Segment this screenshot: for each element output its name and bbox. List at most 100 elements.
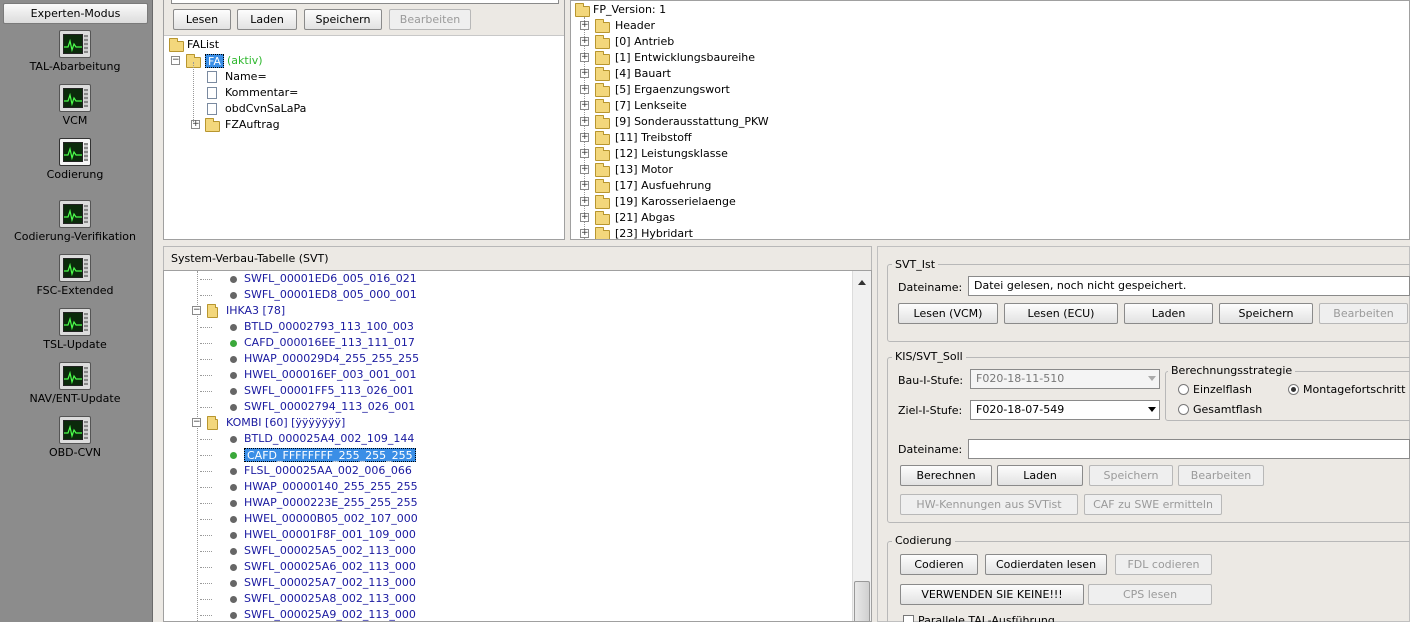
kis-speichern-button[interactable]: Speichern [1089,465,1173,486]
expand-icon[interactable]: + [580,37,589,46]
verwenden-sie-keine-button[interactable]: VERWENDEN SIE KEINE!!! [900,584,1084,605]
scroll-thumb[interactable] [854,581,870,621]
nav-item-fsc-extended[interactable]: FSC-Extended [0,252,150,306]
codieren-button[interactable]: Codieren [900,554,978,575]
fdl-codieren-button[interactable]: FDL codieren [1115,554,1212,575]
svt-ist-speichern-button[interactable]: Speichern [1219,303,1313,324]
nav-item-tal-abarbeitung[interactable]: TAL-Abarbeitung [0,28,150,82]
parallele-tal-label: Parallele TAL-Ausführung [918,614,1055,622]
status-dot-icon [230,612,237,619]
svt-scrollbar[interactable] [852,271,871,621]
fa-speichern-button[interactable]: Speichern [304,9,382,30]
kis-svt-soll-legend: KIS/SVT_Soll [892,350,966,363]
nav-item-tsl-update[interactable]: TSL-Update [0,306,150,360]
status-dot-icon [230,436,237,443]
codierung-legend: Codierung [892,534,955,547]
nav-item-codierung[interactable]: Codierung [0,136,150,190]
expand-icon[interactable]: + [580,181,589,190]
expand-icon[interactable]: + [580,213,589,222]
ziel-i-stufe-select[interactable]: F020-18-07-549 [970,400,1160,420]
expand-icon[interactable]: + [580,21,589,30]
fa-tree-fa[interactable]: − FA (aktiv) [171,53,371,69]
folder-icon [575,3,590,17]
status-dot-icon [230,292,237,299]
svt-ist-dateiname-label: Dateiname: [898,281,963,294]
folder-icon [595,19,610,33]
folder-icon [207,416,218,430]
fa-lesen-button[interactable]: Lesen [173,9,231,30]
expand-icon[interactable]: + [580,133,589,142]
expand-icon[interactable]: + [580,101,589,110]
svt-ist-bearbeiten-button[interactable]: Bearbeiten [1319,303,1408,324]
folder-icon [595,195,610,209]
nav-item-obd-cvn[interactable]: OBD-CVN [0,414,150,468]
cps-lesen-button[interactable]: CPS lesen [1088,584,1212,605]
berechnen-button[interactable]: Berechnen [900,465,992,486]
hw-kennungen-button[interactable]: HW-Kennungen aus SVTist [900,494,1078,515]
status-dot-icon [230,516,237,523]
ziel-i-stufe-label: Ziel-I-Stufe: [898,404,963,417]
kis-bearbeiten-button[interactable]: Bearbeiten [1178,465,1264,486]
folder-icon [595,67,610,81]
expand-icon[interactable]: + [580,197,589,206]
svt-ist-lesen-vcm-button[interactable]: Lesen (VCM) [898,303,998,324]
status-dot-icon [230,596,237,603]
svt-tree[interactable]: SWFL_00001ED6_005_016_021 SWFL_00001ED8_0… [163,270,872,622]
caf-swe-button[interactable]: CAF zu SWE ermitteln [1084,494,1222,515]
monitor-icon [59,416,91,444]
parallele-tal-checkbox[interactable] [903,615,914,622]
nav-item-codierung-verifikation[interactable]: Codierung-Verifikation [0,198,150,252]
expand-icon[interactable]: + [580,149,589,158]
svt-ist-lesen-ecu-button[interactable]: Lesen (ECU) [1004,303,1118,324]
fa-laden-button[interactable]: Laden [237,9,297,30]
expand-icon[interactable]: + [580,69,589,78]
folder-icon [595,115,610,129]
folder-icon [595,99,610,113]
expand-icon[interactable]: + [580,165,589,174]
kis-dateiname-label: Dateiname: [898,443,963,456]
nav-item-nav-ent-update[interactable]: NAV/ENT-Update [0,360,150,414]
monitor-icon [59,84,91,112]
kis-dateiname-input[interactable] [968,439,1410,459]
folder-icon [595,131,610,145]
expand-icon[interactable]: + [580,117,589,126]
expand-icon[interactable]: + [580,85,589,94]
fa-bearbeiten-button[interactable]: Bearbeiten [389,9,471,30]
folder-icon [595,51,610,65]
einzelflash-radio[interactable] [1178,384,1189,395]
folder-icon [595,35,610,49]
status-dot-icon [230,580,237,587]
codierdaten-lesen-button[interactable]: Codierdaten lesen [985,554,1107,575]
status-dot-icon [230,564,237,571]
kis-laden-button[interactable]: Laden [997,465,1083,486]
status-dot-icon [230,484,237,491]
fp-panel: FP_Version: 1 + Header + [0] Antrieb + [1] En… [570,0,1410,240]
status-dot-icon [230,532,237,539]
expand-icon[interactable]: + [580,53,589,62]
monitor-icon [59,254,91,282]
montagefortschritt-label: Montagefortschritt [1303,383,1406,396]
fa-top-field[interactable] [171,0,559,4]
fa-panel: Lesen Laden Speichern Bearbeiten FAList … [163,0,565,240]
bau-i-stufe-label: Bau-I-Stufe: [898,374,964,387]
collapse-icon[interactable]: − [192,306,201,315]
right-lower-panel: SVT_Ist Dateiname: Datei gelesen, noch n… [877,246,1410,622]
status-dot-icon [230,452,237,459]
bau-i-stufe-select[interactable]: F020-18-11-510 [970,369,1160,389]
expand-icon[interactable]: + [580,229,589,238]
svt-ist-dateiname-input[interactable]: Datei gelesen, noch nicht gespeichert. [968,276,1410,296]
gesamtflash-radio[interactable] [1178,404,1189,415]
status-dot-icon [230,372,237,379]
monitor-icon [59,308,91,336]
status-dot-icon [230,468,237,475]
expert-mode-button[interactable]: Experten-Modus [3,3,148,24]
gesamtflash-label: Gesamtflash [1193,403,1263,416]
scroll-up-arrow-icon[interactable] [858,280,866,285]
collapse-icon[interactable]: − [192,418,201,427]
document-icon [207,71,217,83]
montagefortschritt-radio[interactable] [1288,384,1299,395]
folder-icon [207,304,218,318]
collapse-icon[interactable]: − [171,56,180,65]
nav-item-vcm[interactable]: VCM [0,82,150,136]
svt-ist-laden-button[interactable]: Laden [1124,303,1213,324]
